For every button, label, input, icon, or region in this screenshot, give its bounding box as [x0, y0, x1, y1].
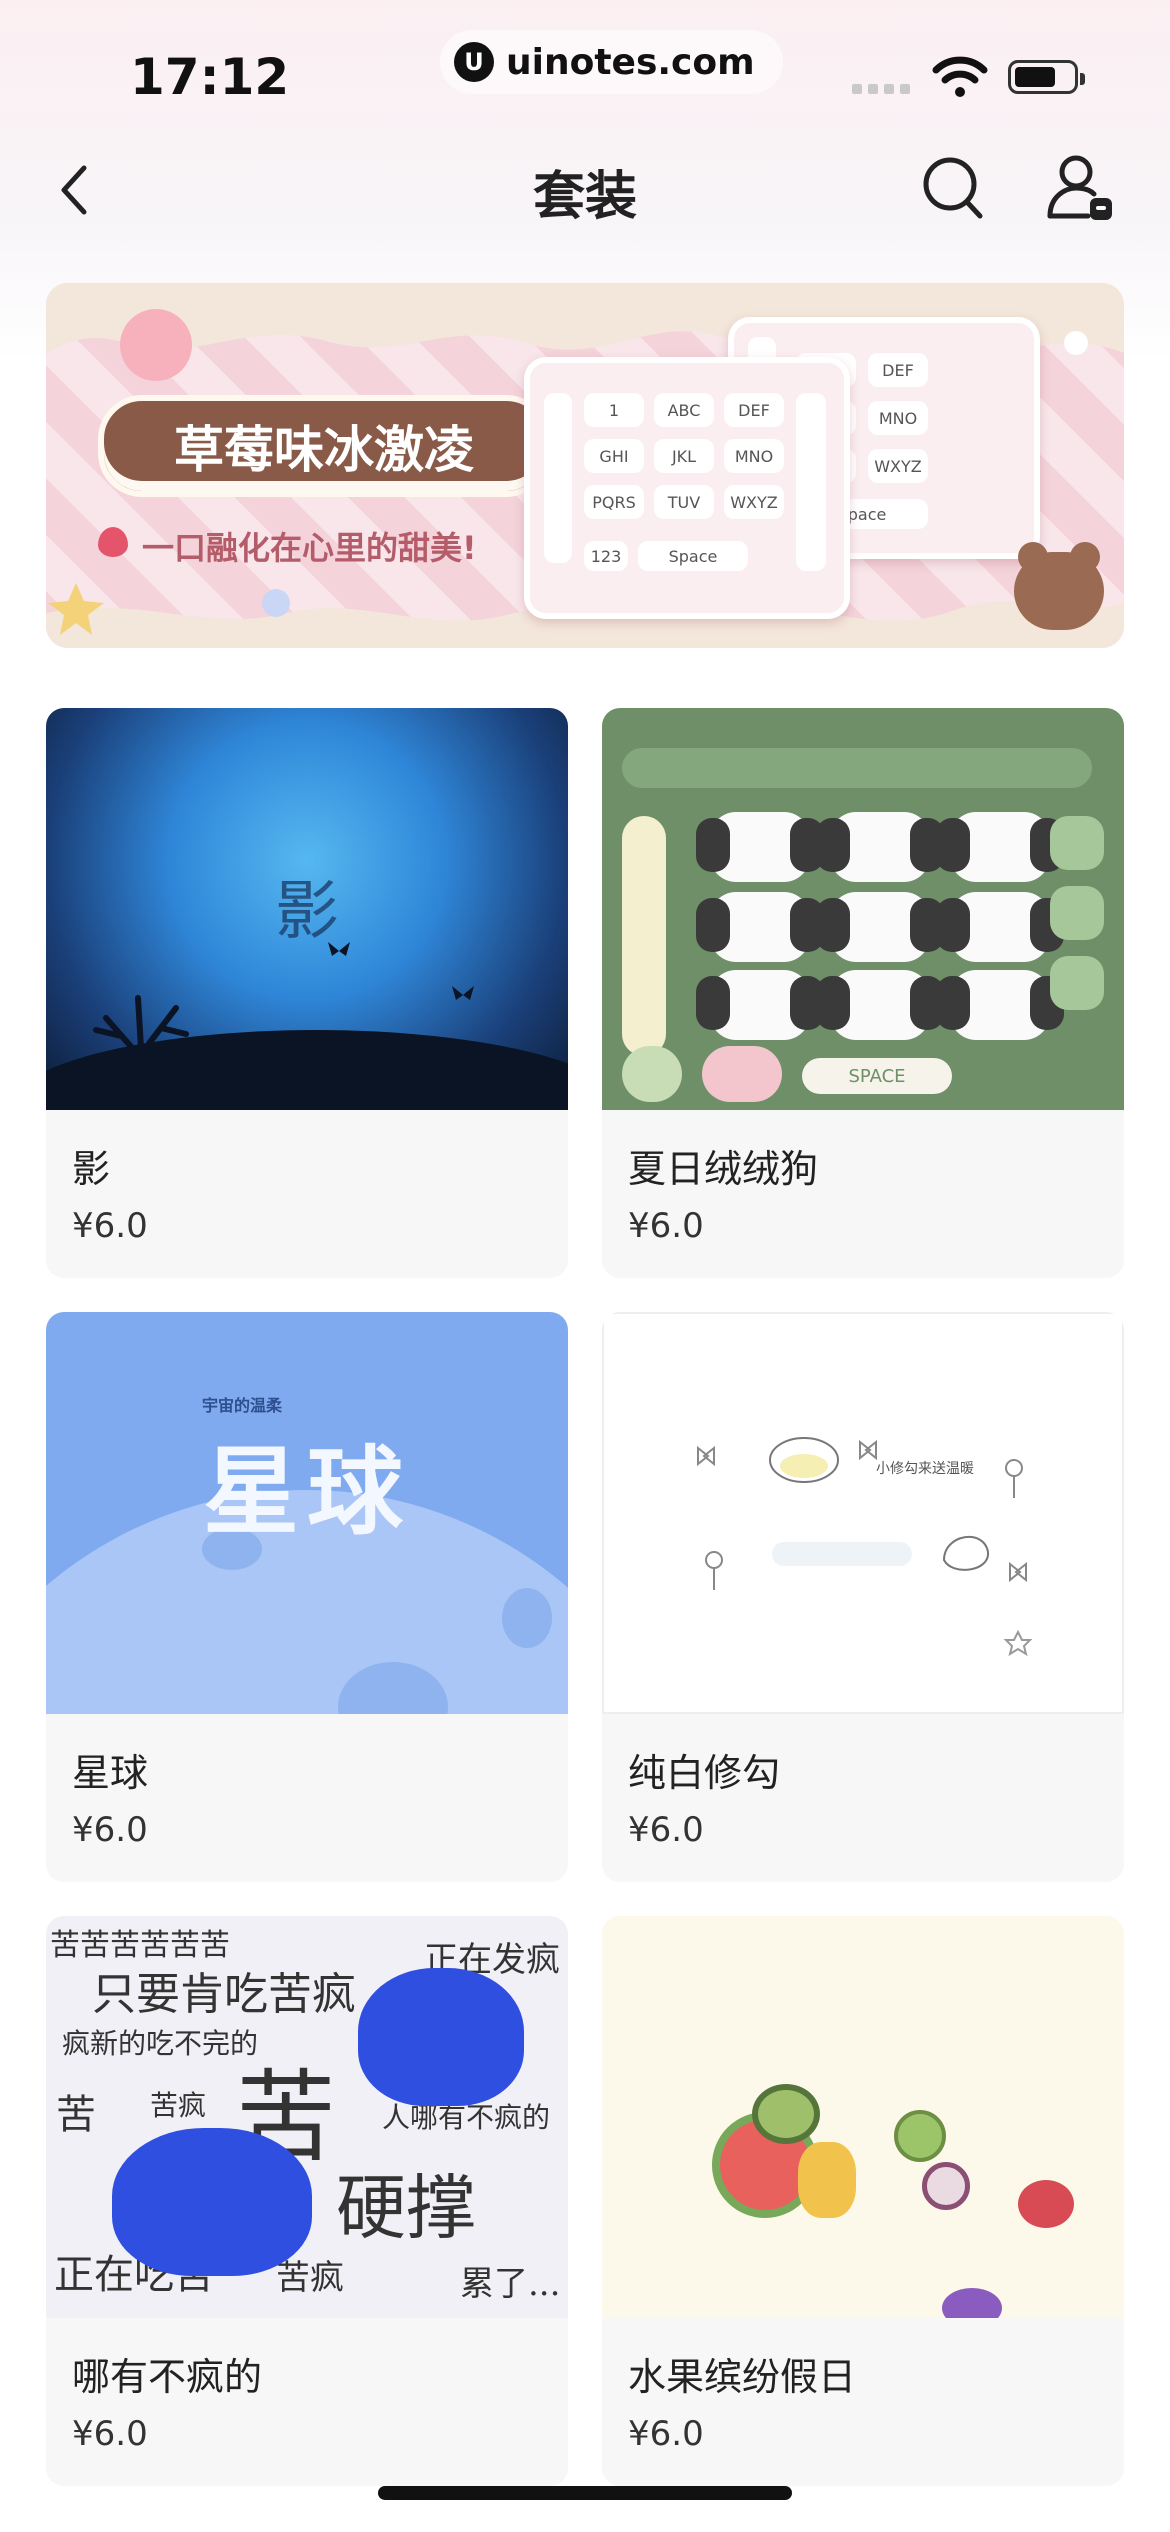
- dog-key: [696, 970, 824, 1040]
- key-label: MNO: [868, 401, 928, 435]
- wifi-icon: [932, 56, 988, 97]
- thumbnail-text: 影: [275, 875, 339, 949]
- keyboard-side-key: [1050, 956, 1104, 1010]
- keyboard-preview-front: 1 ABC DEF GHI JKL MNO PQRS TUV WXYZ 123 …: [524, 357, 850, 619]
- key-label: 123: [584, 541, 628, 571]
- search-icon[interactable]: [918, 150, 988, 226]
- thumbnail-text: 只要肯吃苦疯: [92, 1969, 356, 2020]
- cellular-signal-icon: [852, 84, 910, 94]
- avocado-icon: [752, 2084, 820, 2144]
- url-pill[interactable]: U uinotes.com: [440, 30, 783, 94]
- keyboard-side-key: [622, 816, 666, 1056]
- banner-subtitle: 一口融化在心里的甜美!: [142, 529, 477, 567]
- key-label: DEF: [724, 393, 784, 427]
- strawberry-icon: [98, 527, 128, 557]
- thumbnail-text: 累了...: [460, 2264, 561, 2304]
- dog-key: [816, 812, 944, 882]
- thumbnail-subtext: 宇宙的温柔: [202, 1396, 283, 1415]
- product-thumbnail: 小修勾来送温暖: [602, 1312, 1124, 1714]
- grapes-icon: [942, 2288, 1002, 2318]
- key-label: PQRS: [584, 485, 644, 519]
- product-thumbnail: 宇宙的温柔 星球: [46, 1312, 568, 1714]
- nav-bar: 套装: [0, 140, 1170, 240]
- fluffy-key: [702, 1046, 782, 1102]
- thumbnail-text: 苦: [56, 2092, 96, 2138]
- key-label: Space: [638, 541, 748, 571]
- dog-key: [936, 892, 1064, 962]
- product-name: 纯白修勾: [628, 1751, 781, 1795]
- space-key: SPACE: [802, 1058, 952, 1094]
- key-label: TUV: [654, 485, 714, 519]
- fluffy-key: [622, 1046, 682, 1102]
- product-card[interactable]: 苦苦苦苦苦苦 只要肯吃苦疯 正在发疯 疯新的吃不完的 苦 苦疯 人哪有不疯的 苦…: [46, 1916, 568, 2486]
- pineapple-icon: [798, 2142, 856, 2218]
- doodle-decoration: [697, 1437, 1033, 1657]
- thumbnail-text: 硬撑: [336, 2167, 476, 2249]
- product-card[interactable]: SPACE 夏日绒绒狗 ¥6.0: [602, 708, 1124, 1278]
- dog-key: [936, 970, 1064, 1040]
- product-price: ¥6.0: [628, 2414, 704, 2454]
- lychee-icon: [1018, 2180, 1074, 2228]
- product-name: 影: [72, 1147, 111, 1191]
- kiwi-icon: [894, 2110, 946, 2162]
- dog-key: [936, 812, 1064, 882]
- product-card[interactable]: 水果缤纷假日 ¥6.0: [602, 1916, 1124, 2486]
- site-logo-icon: U: [454, 42, 494, 82]
- product-thumbnail: [602, 1916, 1124, 2318]
- key-label: MNO: [724, 439, 784, 473]
- user-settings-icon[interactable]: [1044, 150, 1118, 226]
- status-bar: 17:12 U uinotes.com: [0, 0, 1170, 150]
- crying-cat-icon: [358, 1968, 524, 2106]
- butterfly-icon: [452, 986, 474, 1000]
- product-price: ¥6.0: [628, 1810, 704, 1850]
- promo-banner[interactable]: 草莓味冰激凌 一口融化在心里的甜美! ABC DEF JKL MNO TUV W…: [46, 283, 1124, 648]
- battery-icon: [1008, 60, 1085, 94]
- page-title: 套装: [532, 167, 637, 227]
- product-price: ¥6.0: [628, 1206, 704, 1246]
- key-label: WXYZ: [868, 449, 928, 483]
- butterfly-icon: [328, 942, 350, 956]
- product-price: ¥6.0: [72, 2414, 148, 2454]
- home-indicator[interactable]: [378, 2486, 792, 2500]
- product-name: 水果缤纷假日: [628, 2355, 857, 2399]
- key-label: 1: [584, 393, 644, 427]
- dog-key: [816, 892, 944, 962]
- thumbnail-text: 疯新的吃不完的: [62, 2027, 259, 2060]
- product-thumbnail: SPACE: [602, 708, 1124, 1110]
- tree-silhouette: [93, 995, 189, 1108]
- url-text: uinotes.com: [506, 41, 755, 83]
- product-card[interactable]: 宇宙的温柔 星球 星球 ¥6.0: [46, 1312, 568, 1882]
- product-name: 星球: [72, 1751, 149, 1795]
- thumbnail-text: 星球: [203, 1436, 411, 1548]
- product-card[interactable]: 小修勾来送温暖 纯白修勾 ¥6.0: [602, 1312, 1124, 1882]
- product-card[interactable]: 影 影 ¥6.0: [46, 708, 568, 1278]
- banner-title: 草莓味冰激凌: [98, 395, 550, 497]
- key-label: ABC: [654, 393, 714, 427]
- dog-key: [696, 812, 824, 882]
- product-price: ¥6.0: [72, 1206, 148, 1246]
- thumbnail-text: 小修勾来送温暖: [876, 1461, 974, 1477]
- planet-crater: [502, 1588, 552, 1648]
- key-label: DEF: [868, 353, 928, 387]
- product-name: 夏日绒绒狗: [628, 1147, 819, 1191]
- thumbnail-text: 苦疯: [150, 2089, 207, 2122]
- product-price: ¥6.0: [72, 1810, 148, 1850]
- key-label: GHI: [584, 439, 644, 473]
- product-thumbnail: 影: [46, 708, 568, 1110]
- product-name: 哪有不疯的: [72, 2355, 263, 2399]
- mangosteen-icon: [922, 2162, 970, 2210]
- dog-key: [696, 892, 824, 962]
- keyboard-side-key: [1050, 886, 1104, 940]
- keyboard-side-key: [1050, 816, 1104, 870]
- dog-key: [816, 970, 944, 1040]
- keyboard-top-row: [622, 748, 1092, 788]
- crying-cat-icon: [112, 2128, 312, 2276]
- bear-icon: [1014, 542, 1104, 630]
- key-label: JKL: [654, 439, 714, 473]
- key-label: WXYZ: [724, 485, 784, 519]
- product-thumbnail: 苦苦苦苦苦苦 只要肯吃苦疯 正在发疯 疯新的吃不完的 苦 苦疯 人哪有不疯的 苦…: [46, 1916, 568, 2318]
- status-time: 17:12: [130, 48, 290, 106]
